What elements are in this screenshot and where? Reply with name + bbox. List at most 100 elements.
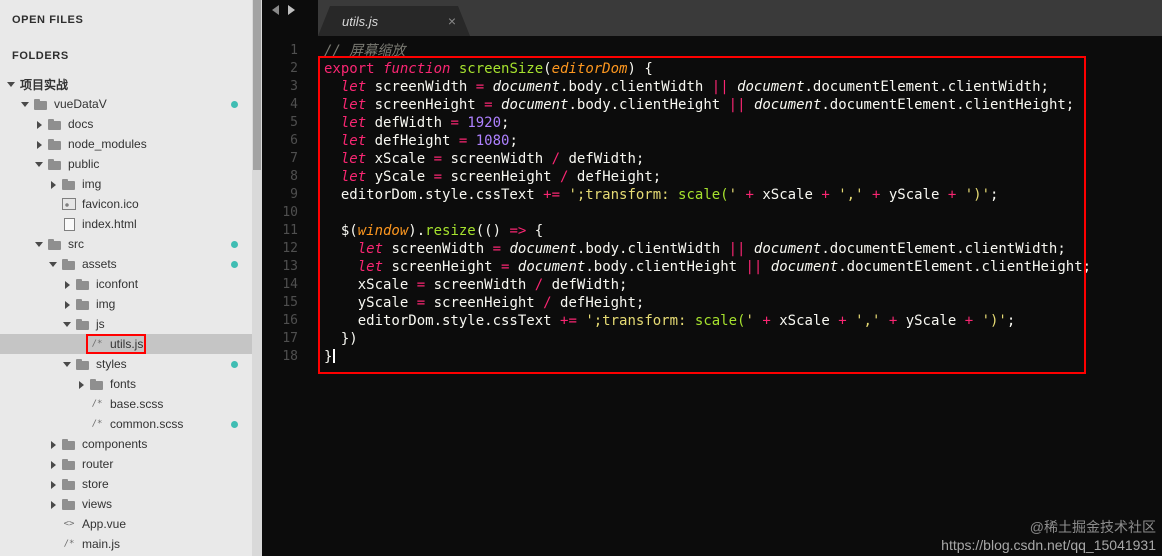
sidebar: OPEN FILES FOLDERS 项目实战 vueDataV docs node_… (0, 0, 262, 556)
chevron-down-icon[interactable] (34, 238, 47, 251)
chevron-right-icon[interactable] (48, 438, 61, 451)
slashstar-file-icon (89, 338, 105, 351)
tree-item-项目实战[interactable]: 项目实战 (0, 74, 252, 94)
code-line: let screenHeight = document.body.clientH… (357, 259, 1092, 275)
line-number: 4 (290, 97, 298, 112)
code-line: let xScale = screenWidth / defWidth; (340, 151, 645, 167)
tree-item-assets[interactable]: assets (0, 254, 252, 274)
code-line: }) (324, 331, 358, 347)
sidebar-scrollbar-thumb[interactable] (253, 0, 261, 170)
tree-item-vueDataV[interactable]: vueDataV (0, 94, 252, 114)
code-line: let screenWidth = document.body.clientWi… (340, 79, 1049, 95)
chevron-right-icon[interactable] (48, 458, 61, 471)
chevron-right-icon[interactable] (34, 118, 47, 131)
chevron-right-icon[interactable] (76, 378, 89, 391)
line-number: 7 (290, 151, 298, 166)
chevron-right-icon[interactable] (48, 478, 61, 491)
annotation-box-sidebar: utils.js (85, 334, 147, 354)
code-line: xScale = screenWidth / defWidth; (324, 277, 628, 293)
watermark: @稀土掘金技术社区 https://blog.csdn.net/qq_15041… (941, 519, 1156, 554)
watermark-url: https://blog.csdn.net/qq_15041931 (941, 536, 1156, 553)
chevron-down-icon[interactable] (62, 318, 75, 331)
image-file-icon (61, 198, 77, 211)
tree-item-label: vueDataV (54, 97, 107, 111)
code-line: let defHeight = 1080; (340, 133, 518, 149)
line-number: 14 (282, 277, 298, 292)
chevron-down-icon[interactable] (20, 98, 33, 111)
slashstar-file-icon (89, 398, 105, 411)
line-number-gutter: 1 2 3 4 5 6 7 8 9 10 11 12 13 14 15 16 17 18 (262, 42, 308, 556)
folder-icon (61, 478, 77, 491)
folder-icon (33, 98, 49, 111)
tree-item-index.html[interactable]: index.html (0, 214, 252, 234)
tree-item-utils.js[interactable]: utils.js (0, 334, 252, 354)
sidebar-scrollbar[interactable] (252, 0, 262, 556)
tree-item-src[interactable]: src (0, 234, 252, 254)
modified-dot-icon (231, 261, 238, 268)
tree-item-common.scss[interactable]: common.scss (0, 414, 252, 434)
chevron-down-icon[interactable] (34, 158, 47, 171)
tree-item-label: views (82, 497, 113, 511)
angle-file-icon (61, 518, 77, 531)
tree-item-store[interactable]: store (0, 474, 252, 494)
chevron-right-icon[interactable] (62, 278, 75, 291)
folder-tree: 项目实战 vueDataV docs node_modulespublic img fav… (0, 74, 252, 554)
tree-item-label: docs (68, 117, 94, 131)
chevron-right-icon[interactable] (48, 498, 61, 511)
line-number: 17 (282, 331, 298, 346)
chevron-right-icon[interactable] (48, 178, 61, 191)
tree-item-styles[interactable]: styles (0, 354, 252, 374)
tree-item-iconfont[interactable]: iconfont (0, 274, 252, 294)
tree-item-label: utils.js (110, 337, 144, 351)
folder-icon (75, 298, 91, 311)
tree-item-img[interactable]: img (0, 174, 252, 194)
modified-dot-icon (231, 361, 238, 368)
tree-item-fonts[interactable]: fonts (0, 374, 252, 394)
tab-title: utils.js (342, 13, 379, 29)
folders-header: FOLDERS (12, 50, 69, 62)
tree-item-base.scss[interactable]: base.scss (0, 394, 252, 414)
forward-icon[interactable] (288, 5, 295, 15)
code-line: let defWidth = 1920; (340, 115, 510, 131)
tree-item-js[interactable]: js (0, 314, 252, 334)
tree-item-App.vue[interactable]: App.vue (0, 514, 252, 534)
tree-item-favicon.ico[interactable]: favicon.ico (0, 194, 252, 214)
tree-item-main.js[interactable]: main.js (0, 534, 252, 554)
chevron-down-icon[interactable] (48, 258, 61, 271)
folder-icon (89, 378, 105, 391)
chevron-down-icon[interactable] (6, 78, 19, 91)
tree-item-public[interactable]: public (0, 154, 252, 174)
line-number: 9 (290, 187, 298, 202)
tree-item-label: router (82, 457, 114, 471)
tree-item-label: components (82, 437, 148, 451)
chevron-down-icon[interactable] (62, 358, 75, 371)
tree-item-label: public (68, 157, 100, 171)
tree-item-docs[interactable]: docs (0, 114, 252, 134)
chevron-right-icon[interactable] (62, 298, 75, 311)
line-number: 12 (282, 241, 298, 256)
code-content[interactable]: // 屏幕缩放 export function screenSize(editor… (308, 42, 1091, 556)
tree-item-views[interactable]: views (0, 494, 252, 514)
tree-item-router[interactable]: router (0, 454, 252, 474)
modified-dot-icon (231, 101, 238, 108)
tab-utils-js[interactable]: utils.js × (318, 6, 470, 36)
open-files-header: OPEN FILES (12, 14, 84, 26)
tree-item-components[interactable]: components (0, 434, 252, 454)
code-area[interactable]: 1 2 3 4 5 6 7 8 9 10 11 12 13 14 15 16 17 18 // 屏幕缩放 expor… (262, 36, 1162, 556)
folder-icon (61, 498, 77, 511)
code-line: editorDom.style.cssText += ';transform: … (324, 187, 999, 203)
tree-item-label: js (96, 317, 105, 331)
tree-item-label: img (82, 177, 102, 191)
line-number: 5 (290, 115, 298, 130)
chevron-right-icon[interactable] (34, 138, 47, 151)
app-window: OPEN FILES FOLDERS 项目实战 vueDataV docs node_… (0, 0, 1162, 556)
tree-item-node_modules[interactable]: node_modules (0, 134, 252, 154)
tree-item-img[interactable]: img (0, 294, 252, 314)
folder-icon (61, 438, 77, 451)
folder-icon (61, 258, 77, 271)
back-icon[interactable] (272, 5, 279, 15)
close-icon[interactable]: × (448, 14, 456, 28)
file-file-icon (61, 218, 77, 231)
code-line: } (324, 348, 1091, 366)
folder-icon (61, 458, 77, 471)
